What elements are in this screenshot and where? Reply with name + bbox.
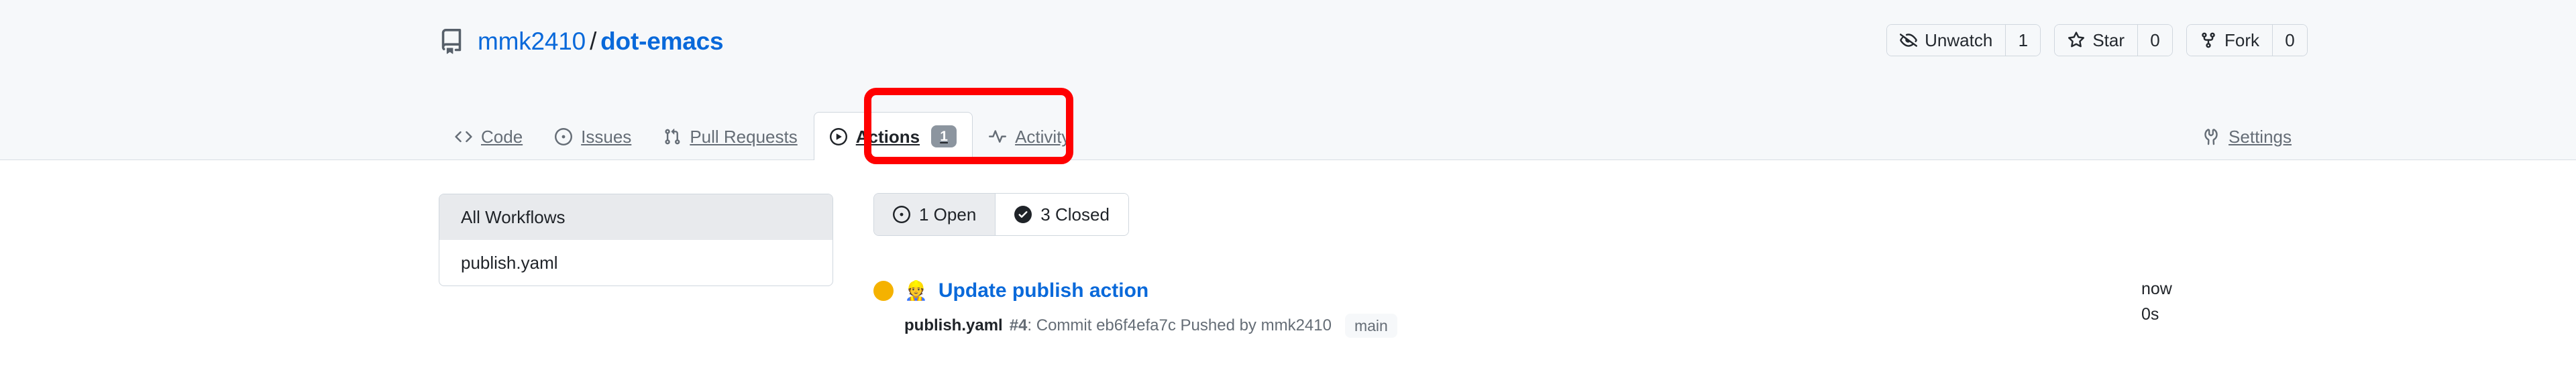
tab-code[interactable]: Code (439, 112, 539, 160)
actions-body (0, 160, 2576, 380)
fork-count[interactable]: 0 (2272, 25, 2307, 56)
pulse-icon (989, 128, 1007, 145)
run-status-icon (873, 281, 894, 301)
code-icon (455, 128, 472, 145)
filter-open-label: 1 Open (919, 204, 977, 225)
tab-pull-requests-label: Pull Requests (690, 126, 798, 147)
repository-nav-tabs-right: Settings (2186, 97, 2308, 160)
tab-activity-label: Activity (1015, 126, 1071, 147)
sidebar-item-all-workflows[interactable]: All Workflows (439, 194, 833, 240)
sidebar-item-publish-yaml[interactable]: publish.yaml (439, 240, 833, 286)
tab-activity[interactable]: Activity (973, 112, 1086, 160)
filter-closed-button[interactable]: 3 Closed (995, 194, 1128, 235)
workflow-run-number: #4 (1009, 316, 1028, 334)
star-count[interactable]: 0 (2137, 25, 2172, 56)
workflow-run-row: 👷 Update publish action publish.yaml #4 … (873, 276, 2308, 338)
workflow-run-times: now 0s (2141, 276, 2172, 327)
play-icon (829, 127, 847, 145)
repo-separator: / (590, 27, 597, 55)
branch-badge[interactable]: main (1344, 314, 1397, 338)
repository-title: mmk2410/dot-emacs (439, 27, 724, 56)
check-circle-icon (1014, 206, 1032, 223)
tab-issues-label: Issues (581, 126, 632, 147)
run-status-filters: 1 Open 3 Closed (873, 193, 1129, 236)
wrench-icon (2202, 128, 2220, 145)
workflow-run-title-link[interactable]: Update publish action (938, 279, 1148, 302)
fork-icon (2200, 31, 2217, 49)
tab-code-label: Code (481, 126, 523, 147)
star-button[interactable]: Star (2055, 25, 2137, 56)
workflow-run-meta: publish.yaml #4 : Commit eb6f4efa7c Push… (904, 314, 2308, 338)
run-duration: 0s (2141, 305, 2159, 324)
repo-breadcrumb: mmk2410/dot-emacs (478, 27, 724, 56)
unwatch-button-group[interactable]: Unwatch 1 (1886, 24, 2041, 56)
filter-open-button[interactable]: 1 Open (874, 194, 996, 235)
unwatch-button[interactable]: Unwatch (1887, 25, 2006, 56)
repository-nav-tabs: Code Issues Pull Requests Actions 1 Acti… (439, 97, 1086, 160)
issue-opened-icon (893, 206, 910, 223)
workflow-run-title-line: 👷 Update publish action (873, 276, 2308, 306)
run-time-ago: now (2141, 279, 2172, 298)
tab-pull-requests[interactable]: Pull Requests (647, 112, 813, 160)
tab-settings-label: Settings (2229, 126, 2292, 147)
workflow-run-file: publish.yaml (904, 316, 1003, 334)
workflow-run-commit-info: : Commit eb6f4efa7c Pushed by mmk2410 (1027, 316, 1332, 334)
sidebar-item-all-workflows-label: All Workflows (461, 206, 566, 227)
tab-issues[interactable]: Issues (539, 112, 647, 160)
filter-closed-label: 3 Closed (1040, 204, 1110, 225)
workflow-sidebar: All Workflows publish.yaml (439, 194, 833, 286)
issue-opened-icon (555, 127, 573, 145)
repo-action-buttons: Unwatch 1 Star 0 Fork 0 (1886, 24, 2308, 56)
avatar: 👷 (904, 280, 928, 301)
tab-settings[interactable]: Settings (2186, 112, 2308, 160)
tab-actions-counter: 1 (931, 125, 957, 147)
repo-owner-link[interactable]: mmk2410 (478, 27, 586, 55)
unwatch-count[interactable]: 1 (2005, 25, 2041, 56)
tab-actions[interactable]: Actions 1 (813, 112, 973, 160)
repo-name-link[interactable]: dot-emacs (600, 27, 723, 55)
repo-book-icon (439, 29, 464, 54)
github-actions-page: mmk2410/dot-emacs Unwatch 1 Star 0 Fork … (0, 0, 2576, 380)
sidebar-item-publish-yaml-label: publish.yaml (461, 252, 558, 273)
star-label: Star (2092, 29, 2125, 50)
eye-closed-icon (1900, 31, 1918, 49)
git-pull-request-icon (663, 128, 681, 145)
workflow-run-main: 👷 Update publish action publish.yaml #4 … (873, 276, 2308, 338)
star-icon (2068, 31, 2085, 49)
fork-button-group[interactable]: Fork 0 (2186, 24, 2308, 56)
tab-actions-label: Actions (855, 126, 920, 147)
fork-button[interactable]: Fork (2187, 25, 2272, 56)
repository-header: mmk2410/dot-emacs Unwatch 1 Star 0 Fork … (0, 0, 2576, 160)
star-button-group[interactable]: Star 0 (2054, 24, 2173, 56)
fork-label: Fork (2224, 29, 2259, 50)
unwatch-label: Unwatch (1925, 29, 1993, 50)
